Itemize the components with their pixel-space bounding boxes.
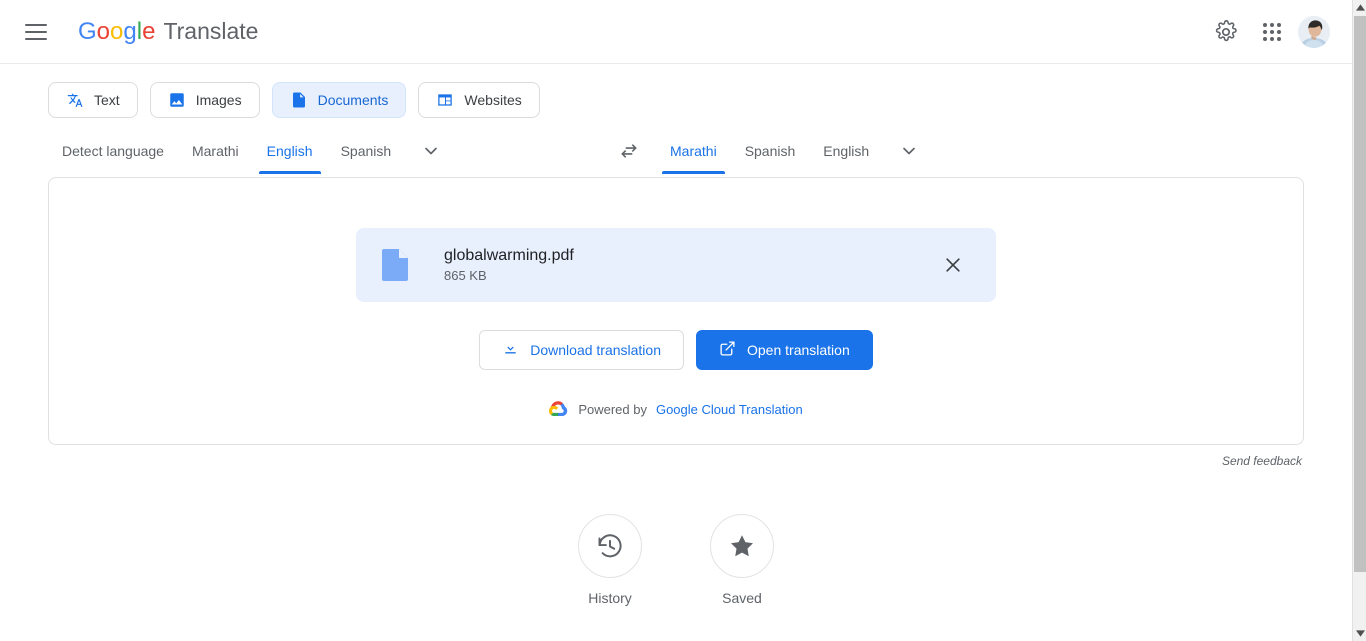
google-translate-brand[interactable]: Google Translate: [78, 18, 258, 46]
file-name: globalwarming.pdf: [444, 247, 574, 264]
logo-letter-e: e: [142, 17, 156, 45]
source-language-group: Detect language Marathi English Spanish: [48, 128, 608, 174]
browser-viewport: Google Translate Text Images Documents W…: [0, 0, 1366, 641]
vertical-scrollbar[interactable]: [1352, 0, 1366, 641]
send-feedback-link[interactable]: Send feedback: [48, 454, 1304, 468]
open-translation-label: Open translation: [747, 342, 850, 358]
image-icon: [168, 91, 186, 109]
tab-websites[interactable]: Websites: [418, 82, 540, 118]
target-chevron-down-icon[interactable]: [889, 131, 929, 171]
tab-label-documents: Documents: [317, 92, 389, 108]
language-bar: Detect language Marathi English Spanish: [48, 128, 1304, 174]
uploaded-file-chip: globalwarming.pdf 865 KB: [356, 228, 996, 302]
document-icon: [290, 91, 308, 109]
scroll-down-arrow-icon[interactable]: [1353, 626, 1366, 641]
scroll-up-arrow-icon[interactable]: [1353, 0, 1366, 15]
shortcut-label-saved: Saved: [722, 590, 762, 606]
page-content: Text Images Documents Websites Detect la…: [0, 64, 1352, 606]
source-lang-marathi[interactable]: Marathi: [178, 128, 253, 174]
source-lang-spanish[interactable]: Spanish: [327, 128, 406, 174]
target-lang-english[interactable]: English: [809, 128, 883, 174]
hamburger-menu-icon[interactable]: [12, 8, 60, 56]
powered-by-row: Powered by Google Cloud Translation: [549, 400, 803, 419]
google-cloud-icon: [549, 400, 569, 419]
target-lang-marathi[interactable]: Marathi: [656, 128, 731, 174]
apps-grid-icon[interactable]: [1252, 12, 1292, 52]
shortcut-label-history: History: [588, 590, 632, 606]
tab-images[interactable]: Images: [149, 82, 260, 118]
header-actions: [1206, 0, 1330, 64]
pdf-file-icon: [382, 249, 408, 281]
file-size: 865 KB: [444, 268, 487, 283]
bottom-shortcuts: History Saved: [48, 514, 1304, 606]
document-translation-card: globalwarming.pdf 865 KB Download transl…: [48, 177, 1304, 445]
download-translation-button[interactable]: Download translation: [479, 330, 684, 370]
tab-text[interactable]: Text: [48, 82, 138, 118]
powered-by-prefix: Powered by: [578, 402, 647, 417]
close-icon[interactable]: [936, 248, 970, 282]
star-filled-icon: [710, 514, 774, 578]
source-lang-english[interactable]: English: [253, 128, 327, 174]
download-translation-label: Download translation: [530, 342, 661, 358]
open-in-new-icon: [719, 340, 736, 360]
source-lang-detect[interactable]: Detect language: [48, 128, 178, 174]
history-clock-icon: [578, 514, 642, 578]
google-cloud-translation-link[interactable]: Google Cloud Translation: [656, 402, 803, 417]
tab-documents[interactable]: Documents: [271, 82, 407, 118]
logo-letter-o1: o: [96, 17, 111, 45]
shortcut-history[interactable]: History: [578, 514, 642, 606]
product-name: Translate: [163, 18, 259, 44]
shortcut-saved[interactable]: Saved: [710, 514, 774, 606]
gear-icon[interactable]: [1206, 12, 1246, 52]
target-language-group: Marathi Spanish English: [608, 128, 1304, 174]
tab-label-text: Text: [94, 92, 120, 108]
download-icon: [502, 340, 519, 360]
open-translation-button[interactable]: Open translation: [696, 330, 873, 370]
scrollbar-thumb[interactable]: [1354, 16, 1366, 572]
google-logo: Google: [78, 18, 155, 46]
swap-horizontal-icon[interactable]: [608, 130, 650, 172]
logo-letter-o2: o: [110, 17, 124, 45]
tab-label-images: Images: [195, 92, 242, 108]
tab-label-websites: Websites: [464, 92, 522, 108]
logo-letter-g1: G: [78, 17, 97, 45]
logo-letter-g2: g: [123, 17, 137, 45]
file-meta: globalwarming.pdf 865 KB: [444, 247, 574, 283]
translate-icon: [66, 91, 84, 109]
website-icon: [436, 91, 454, 109]
source-chevron-down-icon[interactable]: [411, 131, 451, 171]
target-lang-spanish[interactable]: Spanish: [731, 128, 810, 174]
account-avatar[interactable]: [1298, 16, 1330, 48]
app-header: Google Translate: [0, 0, 1352, 64]
mode-tabbar: Text Images Documents Websites: [48, 64, 1304, 118]
page-root: Google Translate Text Images Documents W…: [0, 0, 1352, 641]
translation-actions: Download translation Open translation: [479, 330, 873, 370]
